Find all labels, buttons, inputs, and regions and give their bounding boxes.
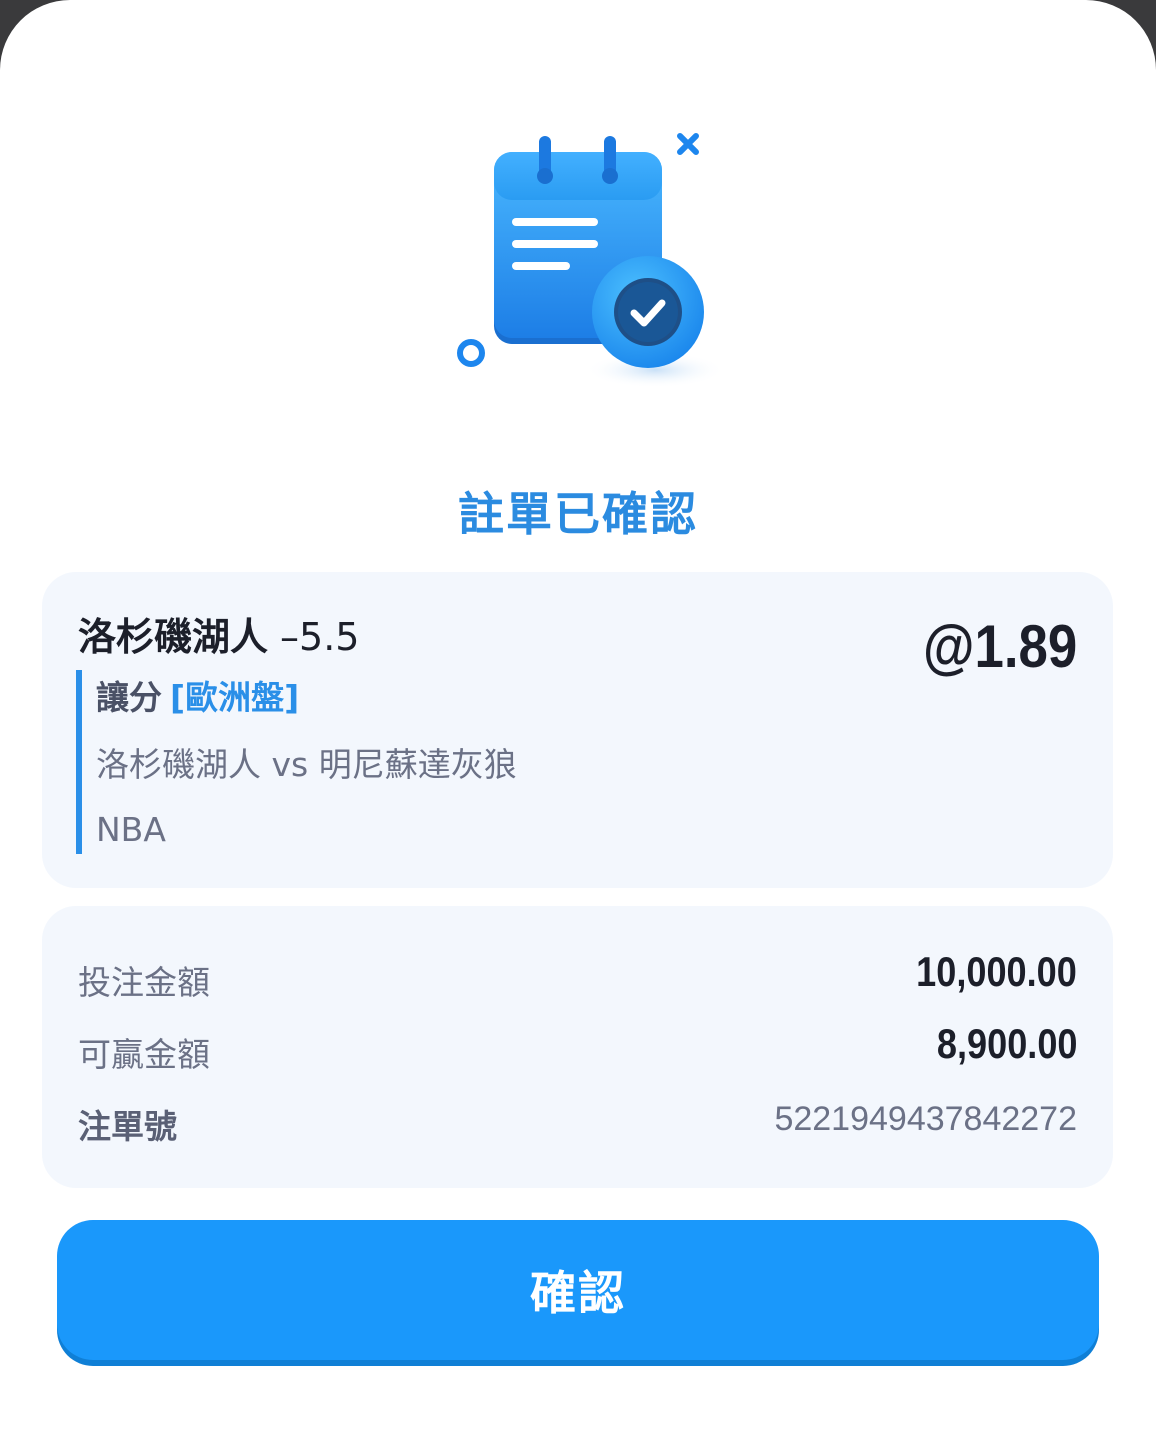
league: NBA bbox=[96, 810, 166, 849]
market-type: [歐洲盤] bbox=[170, 678, 300, 717]
potential-win-value: 8,900.00 bbox=[936, 1020, 1077, 1067]
bet-confirmation-sheet: 註單已確認 洛杉磯湖人 –5.5 @1.89 讓分 [歐洲盤] 洛杉磯湖人 vs 明… bbox=[0, 0, 1156, 1440]
market-row: 讓分 [歐洲盤] bbox=[96, 670, 517, 734]
potential-win-row: 可贏金額 8,900.00 bbox=[78, 1020, 1077, 1080]
bet-selection-card: 洛杉磯湖人 –5.5 @1.89 讓分 [歐洲盤] 洛杉磯湖人 vs 明尼蘇達灰狼 … bbox=[42, 572, 1113, 888]
selection-handicap: –5.5 bbox=[280, 615, 360, 659]
ticket-row: 注單號 5221949437842272 bbox=[78, 1092, 1077, 1152]
ticket-label: 注單號 bbox=[78, 1107, 177, 1146]
calendar-confirmed-icon bbox=[457, 133, 725, 388]
matchup: 洛杉磯湖人 vs 明尼蘇達灰狼 bbox=[96, 745, 517, 784]
stake-row: 投注金額 10,000.00 bbox=[78, 948, 1077, 1008]
selection-line: 洛杉磯湖人 –5.5 bbox=[78, 606, 359, 661]
stake-value: 10,000.00 bbox=[916, 948, 1077, 995]
confirm-button[interactable]: 確認 bbox=[57, 1220, 1099, 1360]
odds-value: @1.89 bbox=[922, 613, 1077, 680]
stake-label: 投注金額 bbox=[78, 963, 210, 1002]
bet-summary-card: 投注金額 10,000.00 可贏金額 8,900.00 注單號 5221949… bbox=[42, 906, 1113, 1188]
ticket-number: 5221949437842272 bbox=[774, 1100, 1077, 1138]
market-name: 讓分 bbox=[96, 678, 162, 717]
confirmation-title: 註單已確認 bbox=[458, 487, 698, 541]
potential-win-label: 可贏金額 bbox=[78, 1035, 210, 1074]
bet-details: 讓分 [歐洲盤] 洛杉磯湖人 vs 明尼蘇達灰狼 NBA bbox=[76, 670, 517, 854]
selection-team: 洛杉磯湖人 bbox=[78, 615, 269, 659]
